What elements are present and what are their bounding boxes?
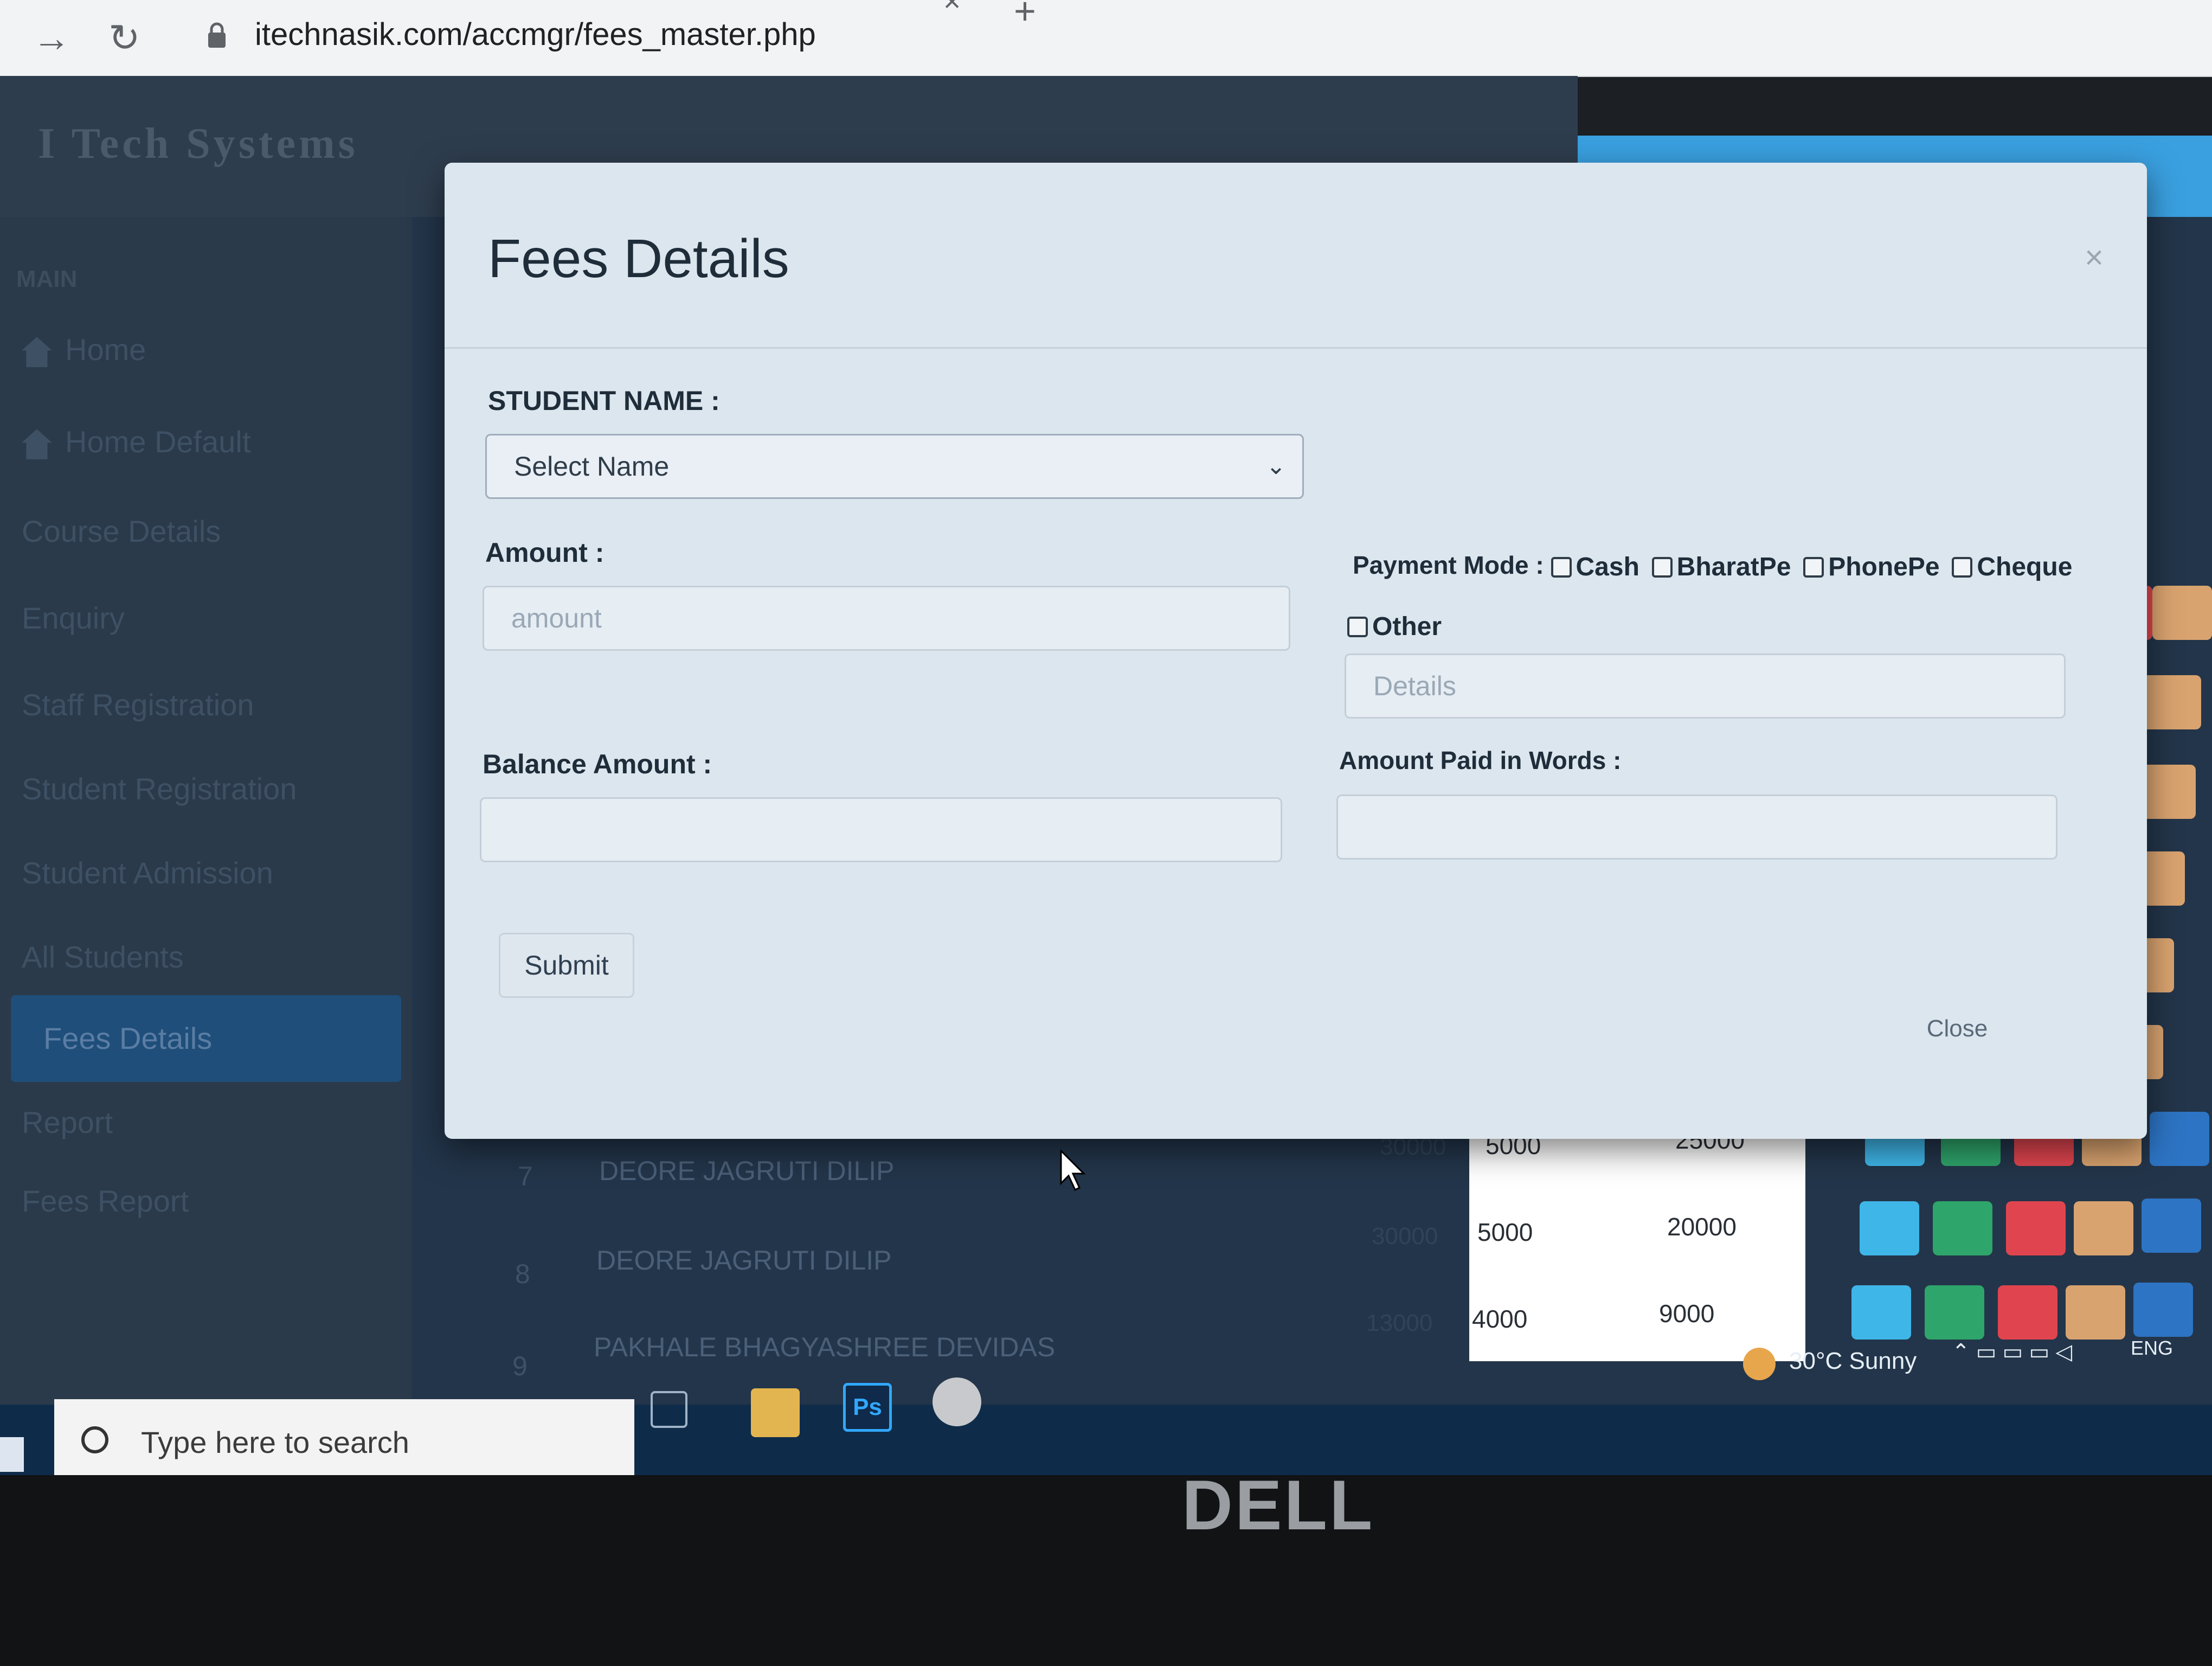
language-indicator[interactable]: ENG (2131, 1337, 2173, 1360)
details-input[interactable]: Details (1345, 653, 2066, 719)
total-fees-cell: 13000 (1366, 1310, 1433, 1336)
home-icon (22, 429, 52, 460)
chevron-down-icon: ⌄ (1266, 453, 1286, 479)
cash-checkbox[interactable] (1551, 556, 1572, 578)
delete-button[interactable] (1998, 1285, 2057, 1340)
view-button[interactable] (1851, 1285, 1911, 1340)
amount-words-label: Amount Paid in Words : (1339, 746, 1622, 774)
mouse-cursor-icon (1060, 1150, 1086, 1191)
sidebar-item-home-default[interactable]: Home Default (22, 412, 250, 472)
phonepe-label: PhonePe (1828, 553, 1940, 582)
taskbar-search-box[interactable]: Type here to search (54, 1399, 634, 1486)
cheque-label: Cheque (1977, 553, 2073, 582)
system-tray-icons[interactable]: ⌃ ▭ ▭ ▭ ◁ (1952, 1340, 2072, 1364)
cash-label: Cash (1576, 553, 1639, 582)
delete-button[interactable] (2006, 1201, 2066, 1255)
student-name-label: STUDENT NAME : (488, 386, 720, 416)
amount-words-input[interactable] (1336, 794, 2057, 860)
file-explorer-icon[interactable] (751, 1388, 800, 1437)
sidebar-item-fees-report[interactable]: Fees Report (22, 1171, 189, 1231)
modal-divider (445, 347, 2147, 349)
student-name-cell: DEORE JAGRUTI DILIP (599, 1156, 895, 1186)
windows-start-icon[interactable] (0, 1437, 24, 1472)
modal-title: Fees Details (488, 228, 789, 289)
sidebar-item-staff-registration[interactable]: Staff Registration (22, 675, 254, 735)
paid-cell: 4000 (1472, 1305, 1528, 1333)
payment-mode-label: Payment Mode : Cash BharatPe PhonePe Che… (1353, 550, 2078, 582)
browser-toolbar: → ↻ itechnasik.com/accmgr/fees_master.ph… (0, 0, 2212, 77)
balance-cell: 20000 (1667, 1213, 1737, 1241)
brand-logo: I Tech Systems (38, 120, 358, 168)
phonepe-checkbox[interactable] (1803, 556, 1824, 578)
total-fees-cell: 30000 (1372, 1223, 1438, 1250)
reload-icon[interactable]: ↻ (108, 11, 140, 65)
tab-close-icon[interactable]: × (943, 0, 961, 18)
submit-button[interactable]: Submit (499, 933, 634, 998)
print-button[interactable] (2142, 675, 2201, 729)
student-name-cell: PAKHALE BHAGYASHREE DEVIDAS (594, 1332, 1056, 1362)
bharatpe-label: BharatPe (1676, 553, 1791, 582)
row-number: 8 (515, 1259, 530, 1289)
print-button[interactable] (2074, 1201, 2133, 1255)
email-button[interactable] (2150, 1112, 2209, 1166)
cheque-checkbox[interactable] (1952, 556, 1973, 578)
email-button[interactable] (2142, 1199, 2201, 1253)
other-label: Other (1372, 612, 1442, 642)
edit-button[interactable] (1925, 1285, 1984, 1340)
student-name-selected-value: Select Name (514, 451, 670, 482)
sidebar-item-all-students[interactable]: All Students (22, 927, 184, 987)
close-icon[interactable]: × (2085, 239, 2104, 276)
row-number: 9 (512, 1351, 528, 1381)
amount-label: Amount : (485, 537, 605, 568)
view-button[interactable] (1860, 1201, 1919, 1255)
dell-logo: DELL (1182, 1465, 1375, 1545)
edit-button[interactable] (1933, 1201, 1992, 1255)
back-arrow-icon[interactable]: → (33, 11, 70, 65)
payment-mode-label-text: Payment Mode : (1353, 551, 1544, 579)
task-view-icon[interactable] (651, 1391, 687, 1428)
chrome-icon[interactable] (933, 1377, 981, 1426)
sidebar-item-home[interactable]: Home (22, 320, 146, 380)
paid-cell: 5000 (1477, 1218, 1533, 1246)
balance-amount-label: Balance Amount : (483, 749, 712, 779)
amount-input[interactable]: amount (483, 586, 1290, 651)
student-name-select[interactable]: Select Name ⌄ (485, 434, 1304, 499)
weather-text[interactable]: 30°C Sunny (1789, 1348, 1917, 1375)
print-button[interactable] (2066, 1285, 2125, 1340)
sidebar-item-student-registration[interactable]: Student Registration (22, 759, 297, 819)
close-button[interactable]: Close (1898, 998, 2017, 1063)
new-tab-button[interactable]: + (1014, 0, 1036, 33)
home-icon (22, 337, 52, 368)
address-bar[interactable]: itechnasik.com/accmgr/fees_master.php (255, 16, 816, 53)
sidebar-item-student-admission[interactable]: Student Admission (22, 843, 273, 903)
balance-amount-input[interactable] (480, 797, 1282, 862)
sidebar-item-report[interactable]: Report (22, 1093, 113, 1152)
print-button[interactable] (2152, 586, 2212, 640)
email-button[interactable] (2133, 1283, 2193, 1337)
search-icon (81, 1426, 108, 1453)
sidebar-item-course-details[interactable]: Course Details (22, 502, 221, 561)
balance-cell: 9000 (1659, 1299, 1715, 1328)
photoshop-icon[interactable]: Ps (843, 1383, 892, 1432)
row-number: 7 (518, 1161, 533, 1191)
monitor-bezel (0, 1475, 2212, 1666)
other-checkbox[interactable] (1347, 616, 1368, 637)
bharatpe-checkbox[interactable] (1651, 556, 1673, 578)
sidebar-section-title: MAIN (16, 266, 78, 292)
lock-icon (208, 22, 226, 48)
weather-sun-icon (1743, 1348, 1776, 1380)
fees-details-modal: Fees Details × STUDENT NAME : Select Nam… (445, 163, 2147, 1139)
student-name-cell: DEORE JAGRUTI DILIP (596, 1245, 892, 1276)
sidebar-item-enquiry[interactable]: Enquiry (22, 588, 125, 648)
other-option: Other (1347, 610, 1447, 642)
sidebar-item-fees-details[interactable]: Fees Details (43, 1009, 212, 1068)
